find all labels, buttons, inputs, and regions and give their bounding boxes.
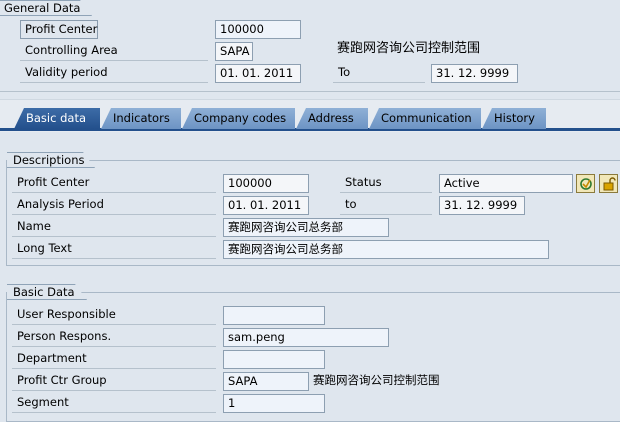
tab-address[interactable]: Address bbox=[296, 108, 368, 129]
basic-data-title: Basic Data bbox=[7, 284, 87, 300]
valid-from-field[interactable]: 01. 01. 2011 bbox=[215, 64, 301, 83]
segment-field[interactable]: 1 bbox=[223, 394, 325, 413]
desc-profit-center-label: Profit Center bbox=[12, 174, 216, 193]
activate-button[interactable] bbox=[576, 174, 595, 193]
analysis-from-field[interactable]: 01. 01. 2011 bbox=[223, 196, 309, 215]
profit-center-label: Profit Center bbox=[20, 20, 98, 39]
long-text-label: Long Text bbox=[12, 240, 216, 259]
name-field[interactable]: 赛跑网咨询公司总务部 bbox=[223, 218, 389, 237]
person-responsible-label: Person Respons. bbox=[12, 328, 216, 347]
validity-period-label: Validity period bbox=[20, 64, 208, 83]
profit-ctr-group-text: 赛跑网咨询公司控制范围 bbox=[313, 373, 440, 387]
lock-button[interactable] bbox=[599, 174, 618, 193]
long-text-field[interactable]: 赛跑网咨询公司总务部 bbox=[223, 240, 549, 259]
desc-profit-center-field[interactable]: 100000 bbox=[223, 174, 309, 193]
tab-indicators[interactable]: Indicators bbox=[101, 108, 181, 129]
activate-icon bbox=[579, 177, 592, 190]
user-responsible-label: User Responsible bbox=[12, 306, 216, 325]
person-responsible-field[interactable]: sam.peng bbox=[223, 328, 389, 347]
analysis-to-field[interactable]: 31. 12. 9999 bbox=[439, 196, 525, 215]
general-data-title: General Data bbox=[0, 0, 92, 16]
controlling-area-label: Controlling Area bbox=[20, 42, 208, 61]
department-field[interactable] bbox=[223, 350, 325, 369]
profit-ctr-group-field[interactable]: SAPA bbox=[223, 372, 309, 391]
to-label: To bbox=[333, 64, 425, 83]
status-label: Status bbox=[340, 174, 432, 193]
tab-basic-data[interactable]: Basic data bbox=[14, 108, 100, 129]
descriptions-title: Descriptions bbox=[7, 152, 95, 168]
tab-communication[interactable]: Communication bbox=[369, 108, 481, 129]
profit-ctr-group-label: Profit Ctr Group bbox=[12, 372, 216, 391]
department-label: Department bbox=[12, 350, 216, 369]
analysis-to-label: to bbox=[340, 196, 432, 215]
segment-label: Segment bbox=[12, 394, 216, 413]
tab-history[interactable]: History bbox=[482, 108, 546, 129]
valid-to-field[interactable]: 31. 12. 9999 bbox=[431, 64, 518, 83]
controlling-area-text: 赛跑网咨询公司控制范围 bbox=[337, 41, 481, 56]
lock-icon bbox=[603, 176, 616, 190]
controlling-area-field[interactable]: SAPA bbox=[215, 42, 253, 61]
tab-company-codes[interactable]: Company codes bbox=[182, 108, 295, 129]
profit-center-field[interactable]: 100000 bbox=[215, 20, 301, 39]
name-label: Name bbox=[12, 218, 216, 237]
analysis-period-label: Analysis Period bbox=[12, 196, 216, 215]
status-field[interactable]: Active bbox=[439, 174, 573, 193]
user-responsible-field[interactable] bbox=[223, 306, 325, 325]
